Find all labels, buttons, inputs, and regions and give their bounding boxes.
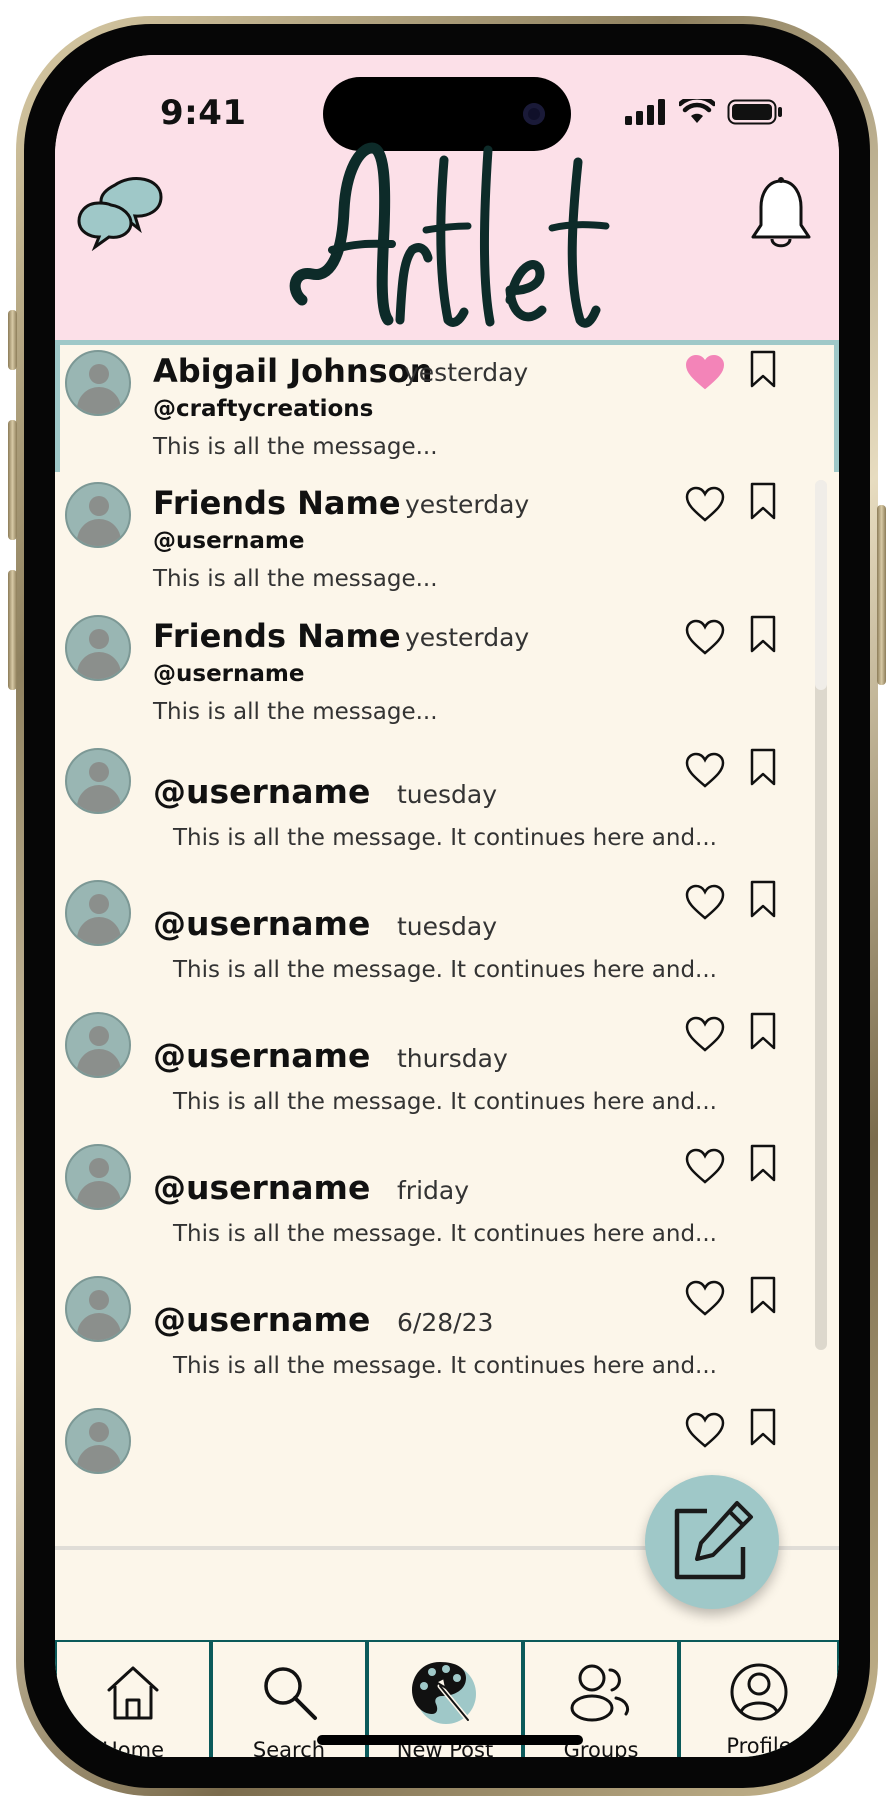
heart-icon[interactable] <box>685 1148 725 1184</box>
heart-icon[interactable] <box>685 1016 725 1052</box>
avatar <box>65 880 131 946</box>
bookmark-icon[interactable] <box>749 748 777 786</box>
message-time: tuesday <box>397 912 498 941</box>
search-icon <box>264 1667 317 1720</box>
avatar <box>65 1144 131 1210</box>
sender-name: Friends Name <box>153 617 401 655</box>
bell-icon[interactable] <box>749 175 813 255</box>
bookmark-icon[interactable] <box>749 1144 777 1182</box>
tab-profile[interactable]: Profile <box>681 1642 837 1757</box>
bookmark-icon[interactable] <box>749 1276 777 1314</box>
message-preview: This is all the message. It continues he… <box>173 1089 717 1115</box>
tab-home[interactable]: Home <box>57 1642 209 1757</box>
message-preview: This is all the message. It continues he… <box>173 957 717 983</box>
message-time: yesterday <box>405 623 530 652</box>
heart-icon-filled[interactable] <box>685 354 725 390</box>
message-item[interactable]: Abigail Johnson yesterday @craftycreatio… <box>55 340 839 492</box>
message-item[interactable]: @username tuesday This is all the messag… <box>55 738 839 890</box>
scrollbar-thumb[interactable] <box>815 480 827 690</box>
message-preview: This is all the message... <box>153 566 438 592</box>
avatar <box>65 615 131 681</box>
edit-icon <box>674 1501 753 1580</box>
action-button <box>8 310 17 370</box>
sender-name: Abigail Johnson <box>153 352 433 390</box>
battery-icon <box>727 99 782 125</box>
sender-handle: @username <box>153 1168 371 1207</box>
home-indicator[interactable] <box>317 1735 583 1745</box>
bookmark-icon[interactable] <box>749 482 777 520</box>
message-preview: This is all the message. It continues he… <box>173 825 717 851</box>
power-button <box>877 505 886 685</box>
heart-icon[interactable] <box>685 752 725 788</box>
avatar <box>65 350 131 416</box>
message-preview: This is all the message... <box>153 434 438 460</box>
message-preview: This is all the message. It continues he… <box>173 1353 717 1379</box>
heart-icon[interactable] <box>685 884 725 920</box>
sender-handle: @username <box>153 772 371 811</box>
avatar <box>65 1276 131 1342</box>
avatar <box>65 748 131 814</box>
profile-icon <box>730 1663 788 1721</box>
home-icon <box>107 1666 159 1720</box>
message-preview: This is all the message... <box>153 699 438 725</box>
sender-handle: @username <box>153 904 371 943</box>
sender-name: Friends Name <box>153 484 401 522</box>
sender-handle: @craftycreations <box>153 396 374 422</box>
tab-label: Home <box>101 1738 164 1757</box>
message-time: 6/28/23 <box>397 1308 494 1337</box>
volume-down-button <box>8 570 17 690</box>
message-time: thursday <box>397 1044 508 1073</box>
sender-handle: @username <box>153 661 305 687</box>
bookmark-icon[interactable] <box>749 350 777 388</box>
message-item[interactable]: @username thursday This is all the messa… <box>55 1002 839 1154</box>
bookmark-icon[interactable] <box>749 1408 777 1446</box>
compose-button[interactable] <box>645 1475 779 1609</box>
status-time: 9:41 <box>160 93 247 133</box>
tab-label: Profile <box>726 1734 792 1757</box>
palette-icon <box>412 1662 476 1724</box>
message-item[interactable]: Friends Name yesterday @username This is… <box>55 472 839 624</box>
avatar <box>65 482 131 548</box>
wifi-icon <box>679 99 715 123</box>
message-preview: This is all the message. It continues he… <box>173 1221 717 1247</box>
sender-handle: @username <box>153 528 305 554</box>
message-item[interactable]: Friends Name yesterday @username This is… <box>55 605 839 757</box>
message-time: friday <box>397 1176 470 1205</box>
heart-icon[interactable] <box>685 619 725 655</box>
status-icons <box>625 99 783 125</box>
message-item[interactable]: @username 6/28/23 This is all the messag… <box>55 1266 839 1418</box>
avatar <box>65 1408 131 1474</box>
screen: 9:41 Abigail Johnson yesterday @craftycr… <box>55 55 839 1757</box>
message-time: yesterday <box>405 490 530 519</box>
sender-handle: @username <box>153 1300 371 1339</box>
bookmark-icon[interactable] <box>749 880 777 918</box>
message-list[interactable]: Abigail Johnson yesterday @craftycreatio… <box>55 340 839 1640</box>
avatar <box>65 1012 131 1078</box>
message-time: yesterday <box>404 358 529 387</box>
message-item[interactable]: @username tuesday This is all the messag… <box>55 870 839 1022</box>
heart-icon[interactable] <box>685 486 725 522</box>
sender-handle: @username <box>153 1036 371 1075</box>
bookmark-icon[interactable] <box>749 1012 777 1050</box>
message-item[interactable]: @username friday This is all the message… <box>55 1134 839 1286</box>
chat-bubbles-icon[interactable] <box>77 175 163 251</box>
camera-icon <box>523 103 545 125</box>
groups-icon <box>570 1664 630 1722</box>
signal-icon <box>625 99 665 125</box>
bookmark-icon[interactable] <box>749 615 777 653</box>
heart-icon[interactable] <box>685 1280 725 1316</box>
volume-up-button <box>8 420 17 540</box>
artlet-logo <box>289 142 610 328</box>
heart-icon[interactable] <box>685 1412 725 1448</box>
message-time: tuesday <box>397 780 498 809</box>
